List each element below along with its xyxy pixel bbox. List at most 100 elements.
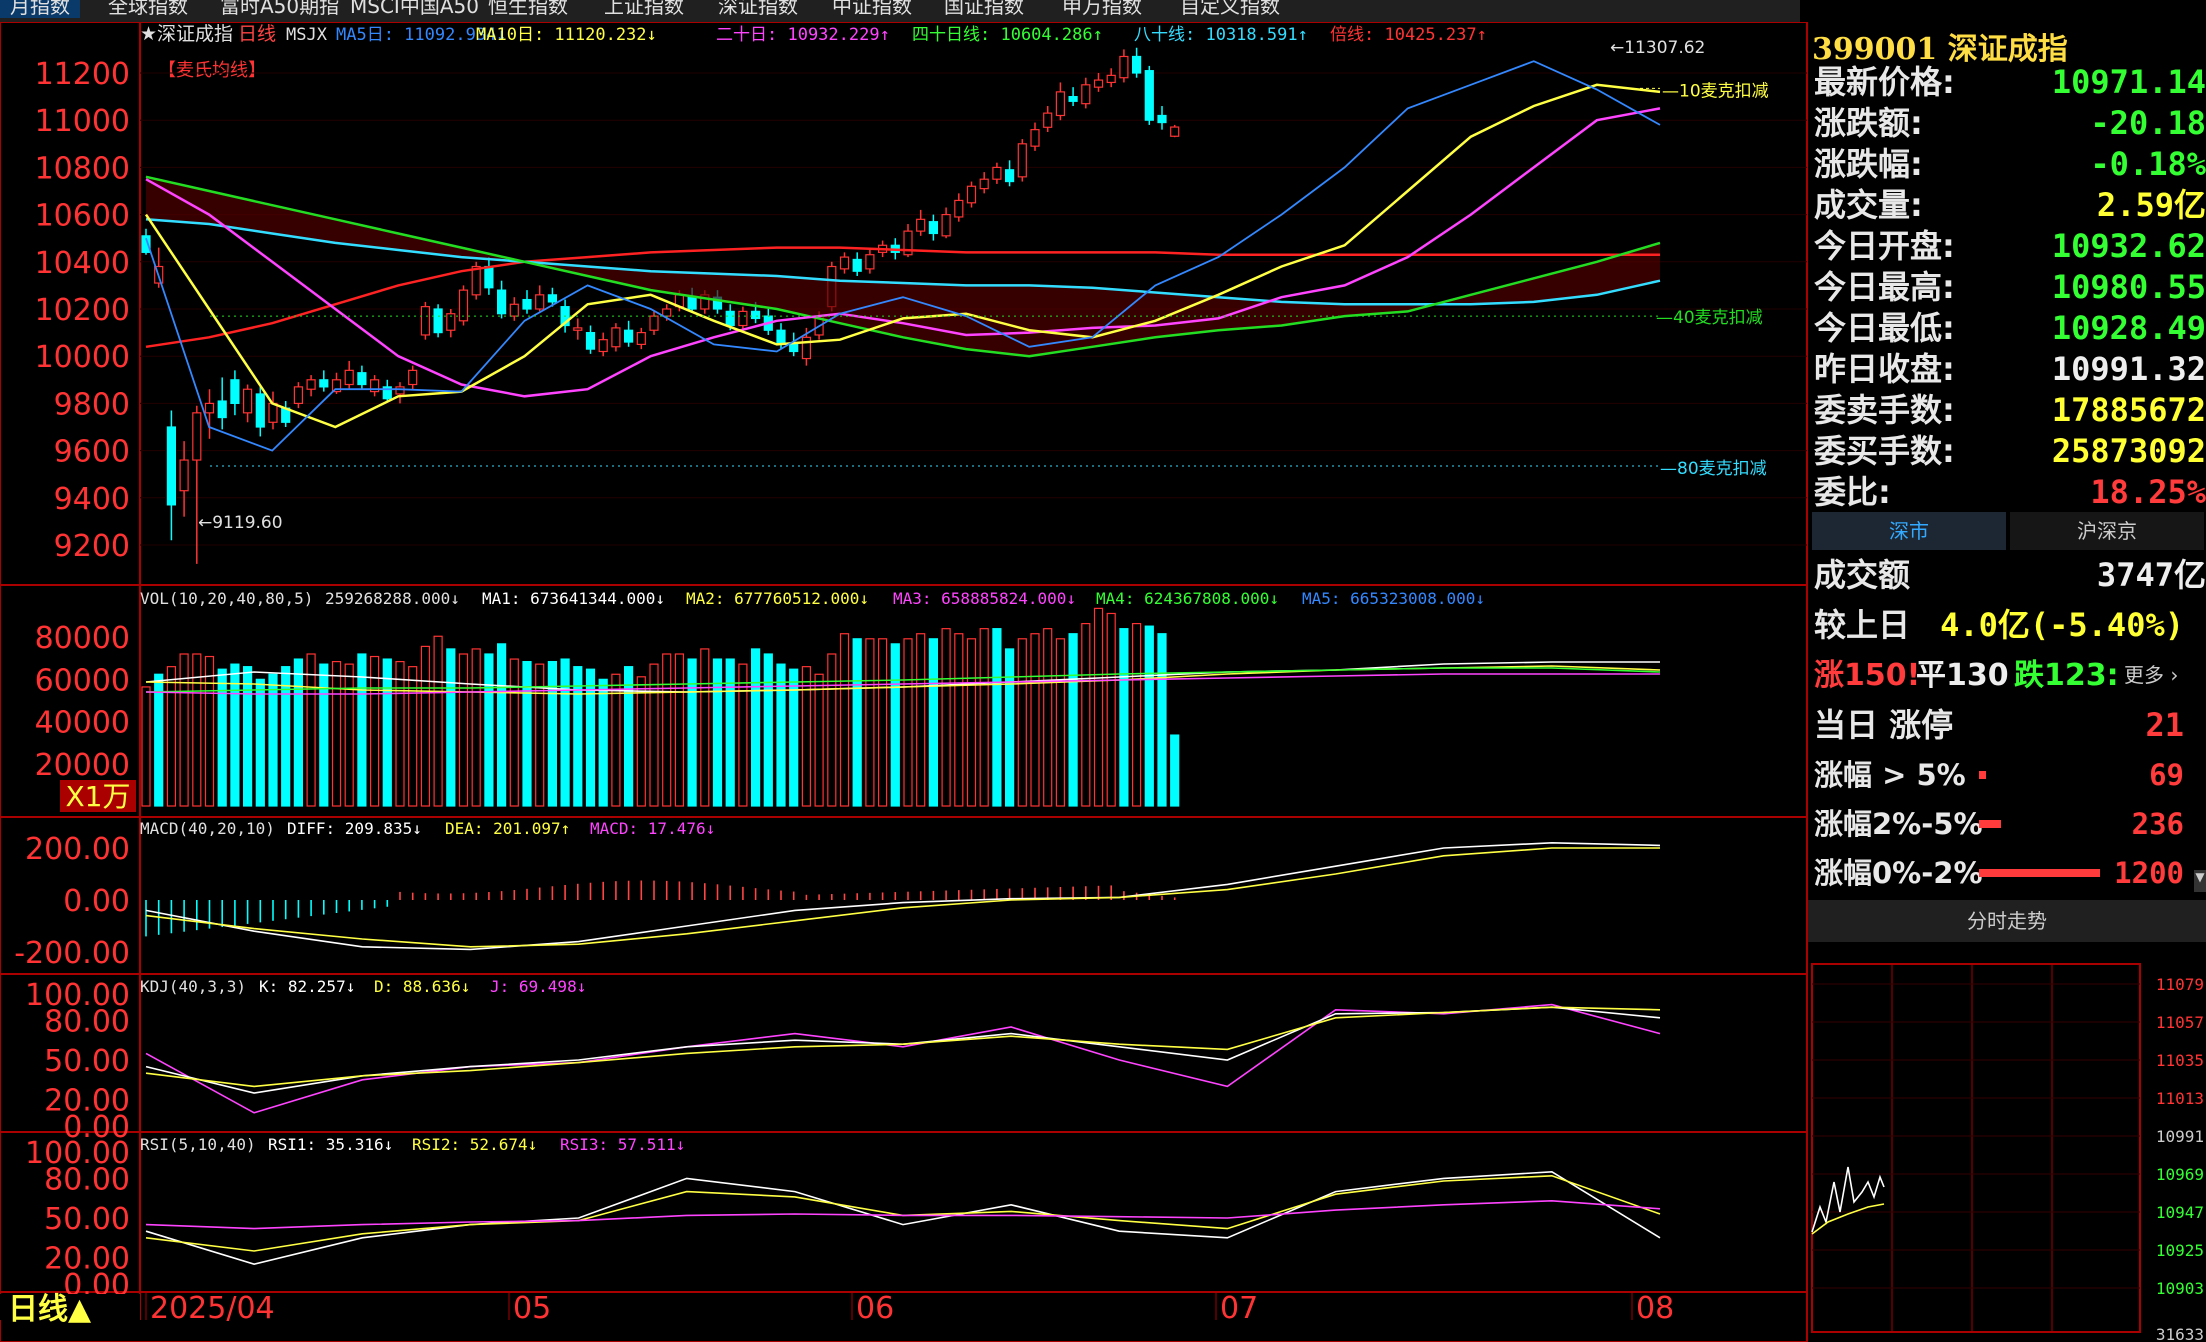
index-tab-4[interactable]: 恒生指数 [478, 0, 578, 18]
intraday-frame [1811, 963, 2141, 1333]
tab-all-markets[interactable]: 沪深京 [2010, 512, 2204, 550]
kline-chart-area[interactable]: ★深证成指 日线 MSJX MA5日: 11092.934↓MA10日: 11120.… [0, 22, 1808, 1342]
kdj-k-line [145, 1006, 1661, 1094]
volume-bar [636, 676, 646, 807]
candle-body [1157, 114, 1167, 124]
index-tab-bar: 月指数 全球指数 富时A50期指 MSCI中国A50 恒生指数 上证指数 深证指数 中证指数国… [0, 0, 1800, 22]
intraday-axis-label: 10925 [2156, 1241, 2204, 1260]
candle-body [497, 289, 507, 315]
ma-band-fill [146, 176, 1660, 357]
macd-diff: DIFF: 209.835↓ [287, 819, 422, 838]
intraday-chart[interactable]: 11079 11057 11035 11013 10991 10969 10947 10925… [1808, 942, 2206, 1342]
index-tab-7[interactable]: 中证指数 [822, 0, 922, 18]
index-tab-5[interactable]: 上证指数 [594, 0, 694, 18]
intraday-axis-label: 10969 [2156, 1165, 2204, 1184]
candle-body [230, 379, 240, 404]
volume-bar [1106, 612, 1116, 807]
volume-bar [344, 663, 354, 807]
candle-body [306, 379, 316, 390]
volume-bar [141, 686, 151, 807]
macd-axis-label: -200.00 [14, 936, 130, 971]
rsi2-line [145, 1174, 1661, 1252]
volume-bar [281, 666, 291, 807]
candle-body [928, 221, 939, 235]
candle-body [420, 306, 430, 336]
volume-bar [509, 658, 519, 807]
index-tab-8[interactable]: 国证指数 [934, 0, 1034, 18]
candle-body [344, 369, 354, 386]
quote-label: 委卖手数: [1814, 391, 1955, 429]
more-link[interactable]: 更多 › [2124, 655, 2178, 696]
volume-bar [573, 666, 583, 807]
index-tab-2[interactable]: 富时A50期指 [210, 0, 349, 18]
candle-body [255, 393, 265, 428]
rsi-1: RSI1: 35.316↓ [268, 1135, 393, 1154]
quote-value: -20.18 [2090, 104, 2206, 142]
price-axis-label: 11200 [35, 57, 130, 92]
quote-label: 涨跌幅: [1814, 145, 1923, 183]
candle-body [1068, 95, 1078, 102]
volume-bar [471, 648, 481, 807]
intraday-axis-label: 10947 [2156, 1203, 2204, 1222]
volume-bar [319, 663, 329, 807]
ma-legend: 八十线: 10318.591↑ [1134, 25, 1308, 45]
rsi-2: RSI2: 52.674↓ [412, 1135, 537, 1154]
indicator-name: MSJX [286, 25, 328, 45]
volume-bar [712, 658, 723, 807]
volume-bar [1043, 628, 1053, 807]
intraday-axis-label: 11035 [2156, 1051, 2204, 1070]
index-tab-3[interactable]: MSCI中国A50 [340, 0, 489, 18]
volume-bar [179, 653, 189, 807]
volume-bar [420, 645, 430, 807]
intraday-title[interactable]: 分时走势 [1808, 900, 2206, 942]
volume-bar [827, 653, 837, 807]
candle-body [966, 185, 977, 204]
macd-title: MACD(40,20,10) [140, 819, 275, 838]
dist-bar [1979, 771, 1986, 779]
tab-shenzhen[interactable]: 深市 [1812, 512, 2006, 550]
index-tab-1[interactable]: 全球指数 [98, 0, 198, 18]
scroll-down-arrow[interactable]: ▼ [2194, 870, 2206, 892]
volume-bar [877, 638, 888, 807]
candle-body [992, 166, 1002, 180]
candle-body [750, 310, 761, 320]
volume-bar [700, 648, 710, 807]
volume-bar [865, 638, 875, 807]
volume-bar [243, 666, 253, 807]
index-tab-9[interactable]: 申万指数 [1052, 0, 1152, 18]
volume-bar [1068, 633, 1078, 807]
volume-bar [852, 638, 862, 807]
volume-bar [331, 660, 342, 807]
intraday-axis-label: 10903 [2156, 1279, 2204, 1298]
rsi-axis-label: 80.00 [44, 1162, 130, 1197]
candle-body [1055, 91, 1066, 117]
macd-diff-line [145, 841, 1661, 951]
date-axis-label: 2025/04 [150, 1291, 275, 1326]
vol-legend: MA1: 673641344.000↓ [482, 589, 665, 608]
volume-bar [446, 648, 456, 807]
quote-label: 委买手数: [1814, 432, 1955, 470]
quote-value: 10928.49 [2051, 309, 2206, 347]
index-tab-10[interactable]: 自定义指数 [1170, 0, 1290, 18]
candle-body [916, 218, 926, 232]
quote-value: 25873092 [2051, 432, 2206, 470]
volume-bar [1017, 638, 1027, 807]
volume-bar [230, 663, 240, 807]
volume-bar [738, 663, 748, 807]
market-tabs[interactable]: 深市 沪深京 [1812, 512, 2206, 550]
ma-legend: 四十日线: 10604.286↑ [912, 25, 1103, 45]
index-tab-0[interactable]: 月指数 [0, 0, 80, 18]
formula-tag: 【麦氏均线】 [158, 60, 266, 81]
kdj-k: K: 82.257↓ [259, 977, 355, 996]
turnover-label: 成交额 [1814, 556, 1911, 594]
compare-value: 4.0亿(-5.40%) [1940, 606, 2184, 644]
vol-unit-label: X1万 [66, 780, 131, 813]
index-tab-6[interactable]: 深证指数 [708, 0, 808, 18]
period-button[interactable]: 日线▲ [8, 1292, 91, 1327]
volume-bar [814, 673, 824, 807]
kdj-axis-label: 50.00 [44, 1044, 130, 1079]
volume-bar [979, 628, 989, 807]
quote-label: 今日最高: [1814, 268, 1955, 306]
candle-body [687, 296, 697, 310]
candle-body [1119, 55, 1129, 79]
